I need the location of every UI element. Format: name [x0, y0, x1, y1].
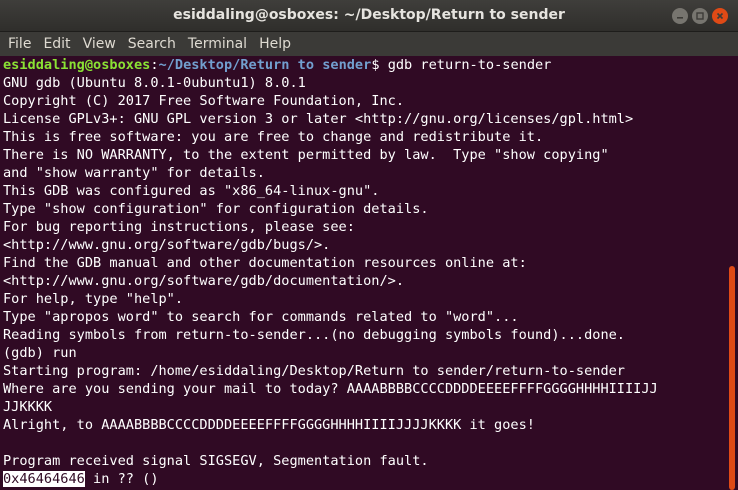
close-icon: [716, 12, 724, 20]
output-line: (gdb) run: [3, 345, 77, 361]
close-button[interactable]: [712, 8, 728, 24]
output-line: Alright, to AAAABBBBCCCCDDDDEEEEFFFFGGGG…: [3, 417, 535, 433]
output-line: Type "show configuration" for configurat…: [3, 201, 429, 217]
output-line: GNU gdb (Ubuntu 8.0.1-0ubuntu1) 8.0.1: [3, 75, 306, 91]
menu-bar: File Edit View Search Terminal Help: [0, 32, 738, 56]
scrollbar-thumb[interactable]: [729, 266, 735, 490]
terminal-output[interactable]: esiddaling@osboxes:~/Desktop/Return to s…: [0, 56, 726, 490]
output-line: and "show warranty" for details.: [3, 165, 265, 181]
output-line: Reading symbols from return-to-sender...…: [3, 327, 625, 343]
menu-search[interactable]: Search: [124, 36, 180, 52]
window-title: esiddaling@osboxes: ~/Desktop/Return to …: [173, 7, 565, 23]
menu-file[interactable]: File: [4, 36, 35, 52]
output-line: For help, type "help".: [3, 291, 184, 307]
output-line: For bug reporting instructions, please s…: [3, 219, 355, 235]
output-line: <http://www.gnu.org/software/gdb/documen…: [3, 273, 405, 289]
terminal-window: esiddaling@osboxes: ~/Desktop/Return to …: [0, 0, 738, 490]
output-line: There is NO WARRANTY, to the extent perm…: [3, 147, 609, 163]
prompt-user-host: esiddaling@osboxes: [3, 57, 151, 73]
prompt-path: ~/Desktop/Return to sender: [158, 57, 372, 73]
output-line: This is free software: you are free to c…: [3, 129, 544, 145]
fault-line: 0x46464646 in ?? (): [0, 470, 726, 488]
output-line: Starting program: /home/esiddaling/Deskt…: [3, 363, 625, 379]
output-line: This GDB was configured as "x86_64-linux…: [3, 183, 380, 199]
fault-location: in ?? (): [84, 471, 159, 487]
prompt-symbol: $: [371, 57, 388, 73]
prompt-line: esiddaling@osboxes:~/Desktop/Return to s…: [0, 56, 726, 74]
menu-edit[interactable]: Edit: [39, 36, 74, 52]
scrollbar[interactable]: [726, 56, 738, 490]
menu-help[interactable]: Help: [255, 36, 295, 52]
fault-address: 0x46464646: [3, 471, 85, 487]
output-line: License GPLv3+: GNU GPL version 3 or lat…: [3, 111, 634, 127]
output-line: JJKKKK: [3, 399, 53, 415]
prompt-separator: :: [150, 57, 159, 73]
output-line: <http://www.gnu.org/software/gdb/bugs/>.: [3, 237, 331, 253]
menu-terminal[interactable]: Terminal: [184, 36, 251, 52]
minimize-icon: [677, 17, 683, 19]
output-line: Copyright (C) 2017 Free Software Foundat…: [3, 93, 405, 109]
prompt-command: gdb return-to-sender: [387, 57, 552, 73]
title-bar[interactable]: esiddaling@osboxes: ~/Desktop/Return to …: [0, 0, 738, 32]
output-line: Program received signal SIGSEGV, Segment…: [3, 453, 429, 469]
maximize-button[interactable]: [692, 8, 708, 24]
maximize-icon: [696, 12, 704, 20]
output-line: Where are you sending your mail to today…: [3, 381, 658, 397]
minimize-button[interactable]: [672, 8, 688, 24]
output-line: Find the GDB manual and other documentat…: [3, 255, 527, 271]
output-line: Type "apropos word" to search for comman…: [3, 309, 519, 325]
menu-view[interactable]: View: [79, 36, 120, 52]
